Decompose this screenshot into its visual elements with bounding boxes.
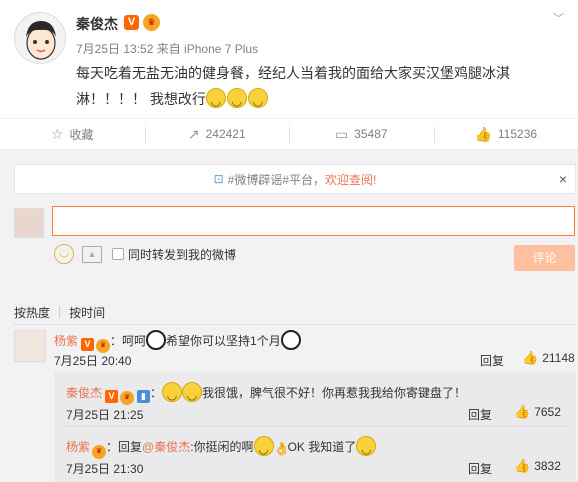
reply-separator: ： — [150, 386, 163, 400]
reply-time: 7月25日 21:30 — [66, 462, 144, 476]
mention-link[interactable]: @秦俊杰 — [142, 440, 190, 454]
share-icon: ↗ — [187, 125, 200, 142]
comment-body: 杨紫 V ♛ ：呵呵 希望你可以坚持1个月 — [54, 330, 301, 353]
level-badge-icon: ▮ — [137, 390, 151, 403]
commenter-name[interactable]: 杨紫 — [54, 334, 78, 348]
post-content: 每天吃着无盐无油的健身餐，经纪人当着我的面给大家买汉堡鸡腿冰淇 淋！！！！ 我想… — [76, 60, 556, 113]
reply-text: OK 我知道了 — [287, 440, 357, 454]
reply-like-button[interactable]: 👍 3832 — [514, 458, 561, 474]
commenter-avatar[interactable] — [14, 330, 46, 362]
like-icon: 👍 — [514, 404, 531, 419]
author-avatar[interactable] — [14, 12, 66, 64]
replier-name[interactable]: 杨紫 — [66, 440, 90, 454]
comment-section: ⊡ #微博辟谣#平台， 欢迎查阅! × ◡ ▲ 同时转发到我的微博 评论 按热度… — [0, 150, 578, 482]
post-content-line: 淋！！！！ 我想改行 — [76, 86, 556, 113]
composer-tools: ◡ ▲ 同时转发到我的微博 — [54, 244, 236, 264]
verified-badge: V — [124, 15, 139, 30]
divider — [14, 324, 576, 325]
favorite-label: 收藏 — [69, 127, 94, 142]
verified-badge-icon: V — [81, 338, 95, 351]
rumor-notice-banner: ⊡ #微博辟谣#平台， 欢迎查阅! × — [14, 164, 576, 194]
reply-body: 秦俊杰V♛▮： 我很饿，脾气很不好！你再惹我我给你寄键盘了！ — [66, 382, 467, 407]
smile-emoji-icon — [162, 382, 183, 407]
submit-comment-button[interactable]: 评论 — [514, 245, 575, 271]
comment-text: 希望你可以坚持1个月 — [166, 334, 281, 348]
notice-text: #微博辟谣#平台， — [227, 172, 326, 187]
sort-by-hot[interactable]: 按热度 — [14, 304, 50, 321]
like-icon: 👍 — [514, 458, 531, 473]
comment-like-button[interactable]: 👍 21148 — [522, 350, 575, 366]
comment-like-count: 21148 — [542, 351, 575, 365]
repost-checkbox[interactable] — [112, 248, 124, 260]
emoji-picker-icon[interactable]: ◡ — [54, 244, 74, 264]
vip-badge-icon: ♛ — [143, 14, 160, 31]
reply-like-count: 7652 — [534, 405, 561, 419]
comment-icon: ▭ — [334, 125, 349, 142]
comment-sort-tabs: 按热度 | 按时间 — [14, 304, 105, 321]
repost-checkbox-label: 同时转发到我的微博 — [128, 247, 237, 262]
current-user-avatar — [14, 208, 44, 238]
comment-text: ：呵呵 — [110, 334, 147, 348]
divider — [62, 426, 570, 427]
reply-button[interactable]: 回复 — [468, 406, 492, 423]
comment-time: 7月25日 20:40 — [54, 354, 132, 368]
comment-count: 35487 — [354, 127, 388, 141]
star-icon: ☆ — [50, 125, 64, 142]
sort-by-time[interactable]: 按时间 — [69, 304, 105, 321]
post-content-line: 每天吃着无盐无油的健身餐，经纪人当着我的面给大家买汉堡鸡腿冰淇 — [76, 65, 510, 81]
smile-emoji-icon — [205, 88, 226, 113]
comment-button[interactable]: ▭ 35487 — [289, 119, 434, 149]
reply-button[interactable]: 回复 — [480, 352, 504, 369]
vip-badge-icon: ♛ — [120, 391, 135, 405]
post-action-bar: ☆ 收藏 ↗ 242421 ▭ 35487 👍 115236 — [0, 118, 578, 150]
notice-link[interactable]: 欢迎查阅! — [325, 171, 376, 188]
post-author-name[interactable]: 秦俊杰 — [76, 14, 118, 34]
reply-body: 杨紫♛：回复@秦俊杰:你挺闲的啊 👌OK 我知道了 — [66, 436, 377, 461]
favorite-button[interactable]: ☆ 收藏 — [0, 119, 145, 149]
panda-emoji-icon — [280, 330, 301, 350]
like-count: 115236 — [497, 127, 538, 141]
post-content-text: 淋！！！！ 我想改行 — [76, 91, 206, 107]
like-icon: 👍 — [474, 125, 492, 142]
post-meta: 7月25日 13:52 来自 iPhone 7 Plus — [76, 42, 259, 56]
vip-badge-icon: ♛ — [92, 445, 107, 459]
reply-like-button[interactable]: 👍 7652 — [514, 404, 561, 420]
sort-divider: | — [58, 304, 62, 318]
image-upload-icon[interactable]: ▲ — [82, 245, 102, 263]
reply-text: 我很饿，脾气很不好！你再惹我我给你寄键盘了！ — [202, 386, 467, 400]
vip-badge-icon: ♛ — [96, 339, 111, 353]
repost-count: 242421 — [205, 127, 246, 141]
like-icon: 👍 — [522, 350, 539, 365]
comment-input[interactable] — [52, 206, 575, 236]
reply-button[interactable]: 回复 — [468, 460, 492, 477]
repost-button[interactable]: ↗ 242421 — [144, 119, 290, 149]
reply-time: 7月25日 21:25 — [66, 408, 144, 422]
smile-emoji-icon — [182, 382, 203, 407]
chevron-down-icon[interactable]: ﹀ — [553, 10, 564, 26]
ok-hand-emoji-icon: 👌 — [273, 441, 290, 456]
smile-emoji-icon — [247, 88, 268, 113]
reply-text: :你挺闲的啊 — [190, 440, 254, 454]
smile-emoji-icon — [356, 436, 377, 461]
reply-like-count: 3832 — [534, 459, 561, 473]
verified-badge-icon: V — [105, 390, 119, 403]
replier-name[interactable]: 秦俊杰 — [66, 386, 102, 400]
panda-emoji-icon — [146, 330, 167, 350]
notice-icon: ⊡ — [213, 172, 224, 186]
close-icon[interactable]: × — [559, 171, 567, 187]
smile-emoji-icon — [253, 436, 274, 461]
reply-text: ：回复 — [106, 440, 143, 454]
weibo-post: 秦俊杰 V ♛ ﹀ 7月25日 13:52 来自 iPhone 7 Plus 每… — [0, 0, 578, 118]
like-button[interactable]: 👍 115236 — [433, 119, 578, 149]
smile-emoji-icon — [226, 88, 247, 113]
